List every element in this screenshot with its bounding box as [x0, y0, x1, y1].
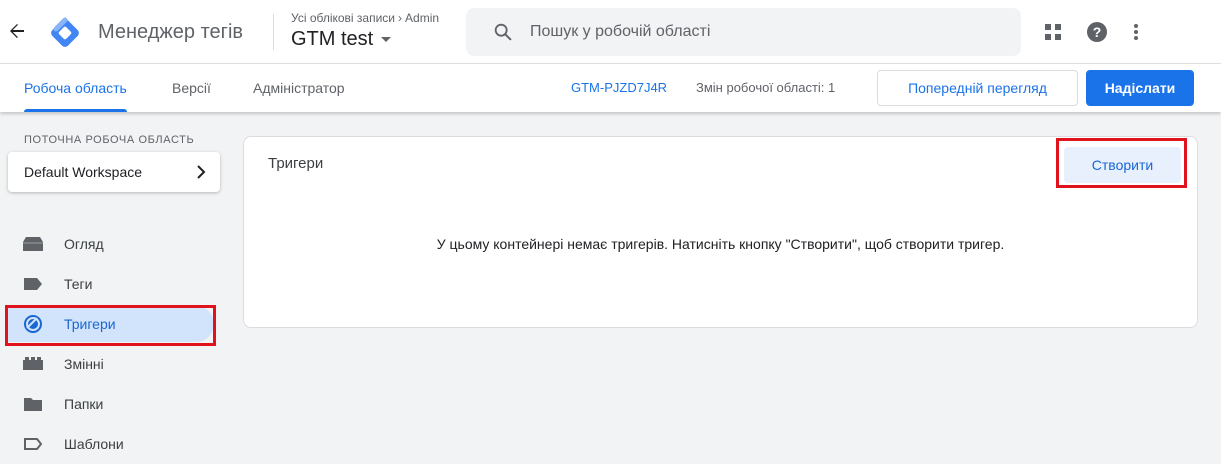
container-selector[interactable]: GTM test: [291, 28, 392, 51]
preview-button[interactable]: Попередній перегляд: [877, 70, 1078, 106]
breadcrumb[interactable]: Усі облікові записи › Admin: [291, 11, 439, 25]
empty-state-message: У цьому контейнері немає тригерів. Натис…: [436, 236, 1005, 252]
page-title: Тригери: [268, 155, 324, 172]
sidebar-item-label: Теги: [64, 276, 93, 292]
container-id-link[interactable]: GTM-PJZD7J4R: [571, 80, 667, 95]
highlight-box-create: [1056, 138, 1187, 188]
workspace-search[interactable]: [466, 8, 1021, 56]
folder-icon: [22, 393, 44, 415]
caret-down-icon: [381, 37, 392, 42]
container-name: GTM test: [291, 28, 374, 50]
submit-button[interactable]: Надіслати: [1086, 70, 1194, 106]
template-icon: [22, 433, 44, 455]
tab-workspace[interactable]: Робоча область: [24, 64, 127, 112]
sidebar-item-label: Огляд: [64, 236, 104, 252]
search-icon: [494, 23, 512, 41]
apps-grid-icon[interactable]: [1041, 20, 1065, 44]
overview-icon: [22, 233, 44, 255]
chevron-right-icon: [197, 165, 206, 179]
workspace-nav-bar: Робоча область Версії Адміністратор GTM-…: [0, 64, 1221, 112]
product-name: Менеджер тегів: [98, 21, 244, 43]
back-arrow-icon[interactable]: [6, 20, 28, 42]
sidebar-item-variables[interactable]: Змінні: [8, 346, 214, 382]
workspace-selector[interactable]: Default Workspace: [8, 152, 220, 192]
search-input[interactable]: [530, 23, 990, 41]
header-divider: [273, 14, 274, 50]
workspace-changes-count: Змін робочої області: 1: [696, 80, 836, 95]
tag-manager-logo[interactable]: [48, 16, 82, 50]
workspace-name: Default Workspace: [24, 164, 143, 180]
tag-icon: [22, 273, 44, 295]
help-icon[interactable]: ?: [1085, 20, 1109, 44]
sidebar-item-tags[interactable]: Теги: [8, 266, 214, 302]
top-app-bar: Менеджер тегів Усі облікові записи › Admin…: [0, 0, 1221, 64]
triggers-panel: Тригери Створити У цьому контейнері нема…: [243, 136, 1198, 328]
current-workspace-label: ПОТОЧНА РОБОЧА ОБЛАСТЬ: [24, 134, 195, 146]
sidebar-item-label: Шаблони: [64, 436, 124, 452]
sidebar-item-folders[interactable]: Папки: [8, 386, 214, 422]
sidebar-item-templates[interactable]: Шаблони: [8, 426, 214, 462]
chevron-right-icon: ›: [398, 11, 403, 25]
sidebar-item-label: Змінні: [64, 356, 104, 372]
highlight-box-triggers: [5, 305, 216, 346]
tab-admin[interactable]: Адміністратор: [253, 64, 345, 112]
breadcrumb-account[interactable]: Admin: [405, 11, 439, 25]
variables-icon: [22, 353, 44, 375]
breadcrumb-accounts[interactable]: Усі облікові записи: [291, 11, 395, 25]
sidebar-item-label: Папки: [64, 396, 104, 412]
tab-versions[interactable]: Версії: [172, 64, 211, 112]
sidebar-item-overview[interactable]: Огляд: [8, 226, 214, 262]
more-vert-icon[interactable]: [1124, 20, 1148, 44]
svg-text:?: ?: [1093, 24, 1102, 40]
